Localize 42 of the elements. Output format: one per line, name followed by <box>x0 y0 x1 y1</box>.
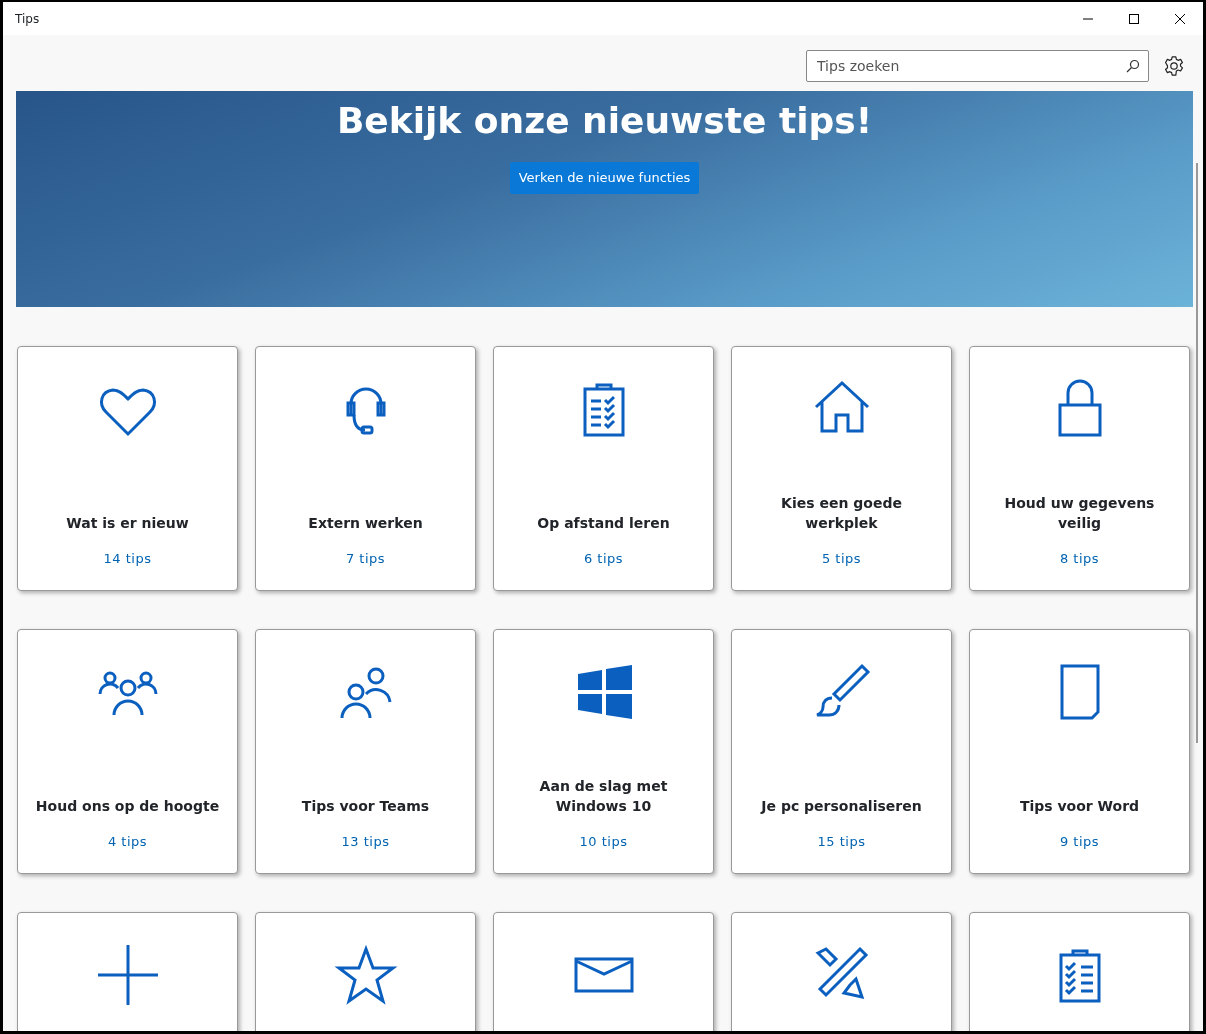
tip-count: 8 tips <box>1059 549 1100 568</box>
card-title: Tips voor Word <box>1018 796 1141 816</box>
maximize-icon <box>1129 13 1139 24</box>
close-icon <box>1175 13 1185 24</box>
tip-count: 10 tips <box>579 832 628 851</box>
tip-category-card[interactable]: Je pc personaliseren 15 tips <box>731 629 952 874</box>
settings-button[interactable] <box>1163 55 1185 77</box>
tip-count: 13 tips <box>341 832 390 851</box>
card-title: Aan de slag met Windows 10 <box>538 776 669 816</box>
tip-count: 4 tips <box>107 832 148 851</box>
card-title: Houd ons op de hoogte <box>34 796 221 816</box>
explore-button[interactable]: Verken de nieuwe functies <box>509 162 700 194</box>
tip-category-card[interactable]: Wat is er nieuw 14 tips <box>17 346 238 591</box>
tip-count: 9 tips <box>1059 832 1100 851</box>
tip-category-card[interactable]: Tips voor Word 9 tips <box>969 629 1190 874</box>
tip-count: 7 tips <box>345 549 386 568</box>
search-field[interactable]: Tips zoeken <box>806 50 1149 82</box>
tip-category-card[interactable]: Tips voor Teams 13 tips <box>255 629 476 874</box>
card-title: Wat is er nieuw <box>65 513 190 533</box>
star-icon <box>333 943 398 1007</box>
tip-count: 15 tips <box>817 832 866 851</box>
tip-category-card[interactable]: Op afstand leren 6 tips <box>493 346 714 591</box>
card-title: Houd uw gegevens veilig <box>1003 493 1156 533</box>
card-title: Kies een goede werkplek <box>780 493 903 533</box>
card-title: Je pc personaliseren <box>759 796 923 816</box>
tip-count: 6 tips <box>583 549 624 568</box>
scrollbar-thumb[interactable] <box>1196 163 1198 743</box>
search-icon <box>1126 59 1140 73</box>
tip-category-card[interactable]: Aan de slag met Windows 10 10 tips <box>493 629 714 874</box>
card-title: Tips voor Teams <box>300 796 431 816</box>
plus-icon <box>95 943 160 1007</box>
settings-icon <box>1163 55 1185 77</box>
tip-category-card[interactable]: Houd ons op de hoogte 4 tips <box>17 629 238 874</box>
card-title: Extern werken <box>307 513 424 533</box>
tip-category-card[interactable]: Houd uw gegevens veilig 8 tips <box>969 346 1190 591</box>
window-title: Tips <box>14 10 41 28</box>
tip-category-card[interactable]: Extern werken 7 tips <box>255 346 476 591</box>
banner-title: Bekijk onze nieuwste tips! <box>336 99 873 143</box>
tip-count: 14 tips <box>103 549 152 568</box>
card-title: Op afstand leren <box>536 513 671 533</box>
tip-count: 5 tips <box>821 549 862 568</box>
tip-category-card[interactable]: Kies een goede werkplek 5 tips <box>731 346 952 591</box>
